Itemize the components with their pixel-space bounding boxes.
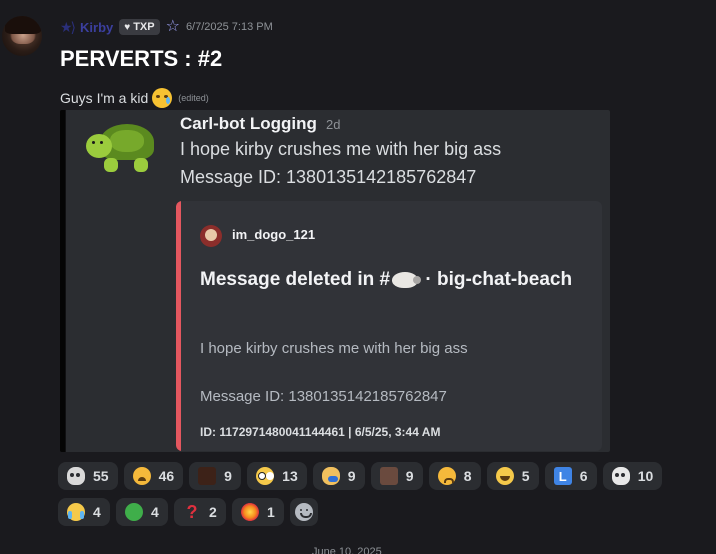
message-header: ★⟩ Kirby ♥ TXP ☆ 6/7/2025 7:13 PM xyxy=(60,17,273,37)
joy-face-icon xyxy=(495,467,514,485)
log-title-prefix: Message deleted in # xyxy=(200,269,391,290)
reaction-skull-2[interactable]: 10 xyxy=(602,462,663,490)
log-message-id: Message ID: 1380135142185762847 xyxy=(200,388,447,405)
name-decoration-icon: ★⟩ xyxy=(60,18,76,35)
log-username: im_dogo_121 xyxy=(232,227,316,242)
heart-icon: ♥ xyxy=(124,21,131,33)
log-title-suffix: · big-chat-beach xyxy=(425,269,573,290)
custom-emoji-icon xyxy=(198,467,217,485)
screenshot-attachment[interactable]: Carl-bot Logging 2d I hope kirby crushes… xyxy=(60,110,610,452)
star-icon[interactable]: ☆ xyxy=(166,19,180,35)
log-accent-bar xyxy=(176,201,181,451)
shell-icon xyxy=(392,271,422,288)
reactions-row: 55 46 9 13 9 9 8 5 L6 10 xyxy=(58,462,678,490)
attachment-content: Carl-bot Logging 2d I hope kirby crushes… xyxy=(66,110,610,452)
reaction-facepalm[interactable]: 9 xyxy=(312,462,365,490)
reactions-row: 4 4 ? 2 1 xyxy=(58,498,678,526)
reaction-question[interactable]: ? 2 xyxy=(174,498,226,526)
log-message-body: I hope kirby crushes me with her big ass xyxy=(200,340,468,357)
reaction-weary[interactable]: 46 xyxy=(123,462,184,490)
reaction-custom-avatar[interactable]: 9 xyxy=(370,462,423,490)
log-embed-card: im_dogo_121 Message deleted in # · big-c… xyxy=(176,201,602,451)
weary-face-icon xyxy=(132,467,151,485)
reaction-joy[interactable]: 5 xyxy=(486,462,539,490)
sick-face-icon xyxy=(125,503,143,521)
question-mark-icon: ? xyxy=(186,502,198,522)
facepalm-icon xyxy=(321,467,340,485)
reaction-l[interactable]: L6 xyxy=(544,462,597,490)
bot-message-age: 2d xyxy=(326,117,341,132)
reaction-sick[interactable]: 4 xyxy=(116,498,168,526)
turtle-avatar-icon xyxy=(86,122,160,176)
add-reaction-icon xyxy=(295,503,313,521)
reaction-skull[interactable]: 55 xyxy=(58,462,118,490)
reaction-worried[interactable]: 8 xyxy=(428,462,481,490)
date-divider: June 10, 2025 xyxy=(312,546,382,554)
edited-label: (edited) xyxy=(178,93,209,103)
reaction-collision[interactable]: 1 xyxy=(232,498,284,526)
letter-l-icon: L xyxy=(553,467,572,485)
collision-icon xyxy=(241,503,259,521)
message-body: Guys I'm a kid xyxy=(60,90,149,106)
skull-icon xyxy=(611,467,630,485)
message-timestamp: 6/7/2025 7:13 PM xyxy=(185,21,273,33)
skull-icon xyxy=(67,467,85,485)
bot-name: Carl-bot Logging xyxy=(180,114,317,133)
sob-face-icon xyxy=(67,503,85,521)
clan-tag-label: TXP xyxy=(133,21,155,33)
reaction-custom[interactable]: 9 xyxy=(189,462,242,490)
user-avatar[interactable] xyxy=(2,16,42,56)
attachment-edge xyxy=(60,110,65,452)
log-user-avatar xyxy=(200,225,222,247)
log-title: Message deleted in # · big-chat-beach xyxy=(200,265,580,294)
bot-message-line: I hope kirby crushes me with her big ass xyxy=(180,139,502,159)
message-text: Guys I'm a kid (edited) xyxy=(60,88,209,108)
username[interactable]: Kirby xyxy=(80,20,113,35)
bot-message-id: Message ID: 1380135142185762847 xyxy=(180,167,477,187)
worried-face-icon xyxy=(437,467,456,485)
message-heading: PERVERTS : #2 xyxy=(60,46,223,71)
face-holding-back-tears-icon xyxy=(152,88,173,108)
clan-tag[interactable]: ♥ TXP xyxy=(119,19,160,35)
flushed-face-icon xyxy=(256,467,275,485)
add-reaction-button[interactable] xyxy=(290,498,318,526)
custom-avatar-emoji-icon xyxy=(379,467,398,485)
reaction-flushed[interactable]: 13 xyxy=(247,462,307,490)
reaction-sob[interactable]: 4 xyxy=(58,498,110,526)
reactions-bar: 55 46 9 13 9 9 8 5 L6 10 4 4 ? 2 1 xyxy=(58,462,678,534)
log-footer: ID: 1172971480041144461 | 6/5/25, 3:44 A… xyxy=(200,425,441,439)
